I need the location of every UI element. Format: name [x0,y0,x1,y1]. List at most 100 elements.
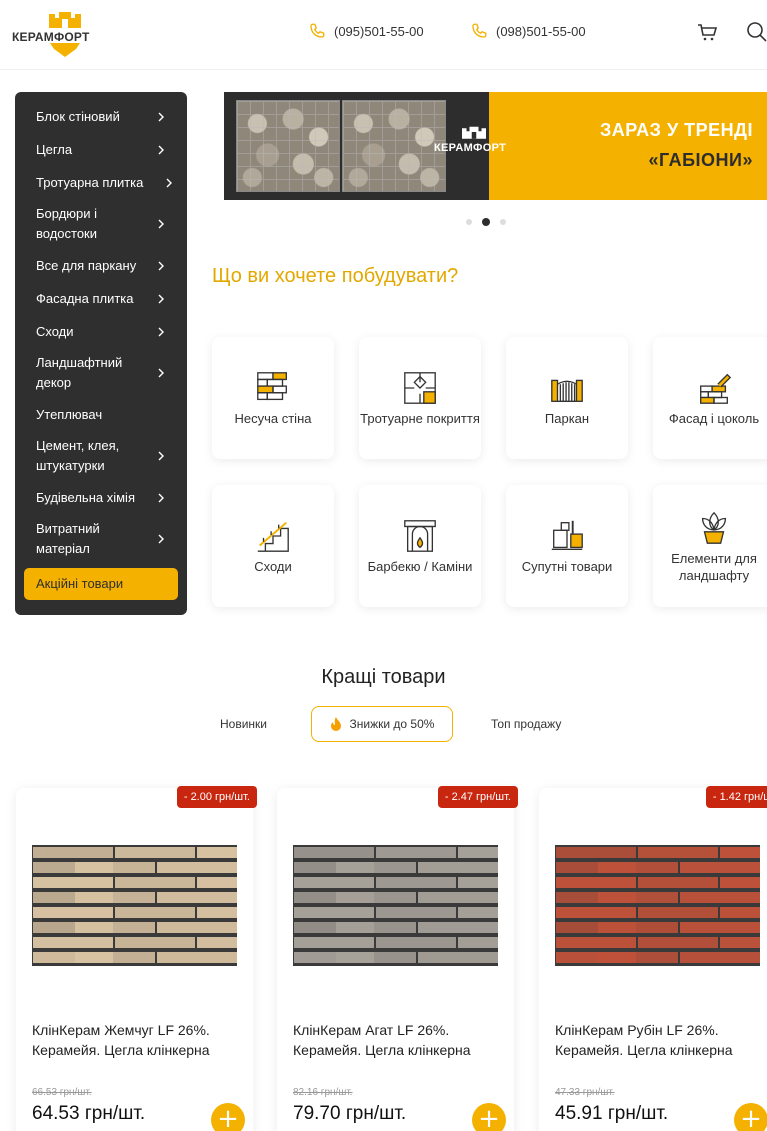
sidebar-item-insulation[interactable]: Утеплювач [15,398,187,431]
category-label: Барбекю / Каміни [367,559,473,574]
sidebar-item-label: Акційні товари [36,576,124,591]
promo-banner[interactable]: КЕРАМФОРТ ЗАРАЗ У ТРЕНДІ «ГАБІОНИ» [224,92,767,200]
category-label: Несуча стіна [234,411,312,426]
sidebar-item-block[interactable]: Блок стіновий [15,100,187,133]
sidebar-item-fence[interactable]: Все для паркану [15,249,187,282]
product-name[interactable]: КлінКерам Рубін LF 26%. Керамейя. Цегла … [555,1020,767,1060]
sidebar-item-label: Бордюри і водостоки [36,206,98,241]
product-card[interactable]: - 2.00 грн/шт. КлінКерам Жемчуг LF 26%. … [16,786,257,1131]
chevron-right-icon [158,534,164,544]
sidebar-item-consumables[interactable]: Витратний матеріал [15,514,187,564]
crown-icon [49,12,81,28]
category-sidebar: Блок стіновий Цегла Тротуарна плитка Бор… [15,92,187,615]
product-image [32,845,237,966]
discount-badge: - 2.00 грн/шт. [176,786,257,808]
product-card[interactable]: - 2.47 грн/шт. КлінКерам Агат LF 26%. Ке… [277,786,518,1131]
sidebar-item-label: Все для паркану [36,257,137,273]
old-price: 47.33 грн/шт. [555,1087,615,1098]
phone-link-1[interactable]: (095)501-55-00 [308,22,424,40]
paving-icon [404,372,436,404]
old-price: 66.53 грн/шт. [32,1087,92,1098]
build-section-title: Що ви хочете побудувати? [212,265,459,287]
tab-new[interactable]: Новинки [220,706,267,742]
carousel-dots [466,218,506,226]
sidebar-item-promo[interactable]: Акційні товари [24,568,178,600]
carousel-dot[interactable] [466,219,472,225]
chevron-right-icon [166,178,172,187]
carousel-dot-active[interactable] [482,218,490,226]
sidebar-item-label: Фасадна плитка [36,290,134,306]
sidebar-item-label: Будівельна хімія [36,489,135,505]
sidebar-item-paving[interactable]: Тротуарна плитка [15,166,187,199]
category-tile-wall[interactable]: Несуча стіна [212,337,334,459]
category-tile-paving[interactable]: Тротуарне покриття [359,337,481,459]
chevron-right-icon [158,112,164,121]
tab-label: Знижки до 50% [349,717,435,731]
add-to-cart-button[interactable]: + [472,1103,506,1131]
tab-sale[interactable]: Знижки до 50% [311,706,453,742]
sidebar-item-label: Сходи [36,323,74,339]
product-name[interactable]: КлінКерам Агат LF 26%. Керамейя. Цегла к… [293,1020,508,1060]
add-to-cart-button[interactable]: + [734,1103,767,1131]
logo-text: КЕРАМФОРТ [12,30,90,44]
category-tile-fence[interactable]: Паркан [506,337,628,459]
chevron-right-icon [158,219,164,229]
product-tabs: Новинки Знижки до 50% Топ продажу [0,706,767,742]
wall-icon [257,372,287,401]
header: КЕРАМФОРТ (095)501-55-00 (098)501-55-00 [0,0,767,70]
sidebar-item-label: Цемент, клея, штукатурки [36,438,120,473]
sidebar-item-label: Ландшафтний декор [36,355,123,390]
phone-link-2[interactable]: (098)501-55-00 [470,22,586,40]
sidebar-item-label: Витратний матеріал [36,521,100,556]
product-name[interactable]: КлінКерам Жемчуг LF 26%. Керамейя. Цегла… [32,1020,247,1060]
banner-subtitle: «ГАБІОНИ» [648,150,753,170]
chevron-right-icon [158,145,164,154]
category-label: Елементи для ландшафту [671,550,757,583]
add-to-cart-button[interactable]: + [211,1103,245,1131]
best-products-title: Кращі товари [321,666,446,688]
sidebar-item-landscape[interactable]: Ландшафтний декор [15,348,187,398]
product-card[interactable]: - 1.42 грн/шт. КлінКерам Рубін LF 26%. К… [539,786,767,1131]
sidebar-item-facade[interactable]: Фасадна плитка [15,282,187,315]
category-label: Тротуарне покриття [360,411,480,426]
chevron-right-icon [158,368,164,378]
gabion-image [342,100,446,192]
sidebar-item-curbs[interactable]: Бордюри і водостоки [15,199,187,249]
chevron-right-icon [158,327,164,336]
category-tile-stairs[interactable]: Сходи [212,485,334,607]
logo[interactable]: КЕРАМФОРТ [10,10,120,57]
old-price: 82.16 грн/шт. [293,1087,353,1098]
tab-top[interactable]: Топ продажу [491,706,561,742]
chevron-right-icon [158,451,164,461]
banner-logo-text: КЕРАМФОРТ [434,142,507,154]
price: 79.70 грн/шт. [293,1103,407,1124]
sidebar-item-cement[interactable]: Цемент, клея, штукатурки [15,431,187,481]
plant-icon [701,511,727,544]
discount-badge: - 2.47 грн/шт. [437,786,518,808]
chevron-right-icon [158,493,164,502]
category-label: Сходи [254,559,292,574]
fire-icon [330,717,341,731]
category-tile-tools[interactable]: Супутні товари [506,485,628,607]
category-tile-landscape[interactable]: Елементи для ландшафту [653,485,767,607]
fireplace-icon [404,520,436,552]
price: 45.91 грн/шт. [555,1103,669,1124]
sidebar-item-brick[interactable]: Цегла [15,133,187,166]
shield-icon [50,43,80,57]
stairs-icon [257,521,289,552]
gabion-image [236,100,340,192]
category-tile-facade[interactable]: Фасад і цоколь [653,337,767,459]
cart-icon[interactable] [695,20,719,44]
phone-number: (098)501-55-00 [496,23,586,39]
tools-icon [551,520,583,550]
sidebar-item-label: Тротуарна плитка [36,174,144,190]
carousel-dot[interactable] [500,219,506,225]
sidebar-item-chemistry[interactable]: Будівельна хімія [15,481,187,514]
category-tile-bbq[interactable]: Барбекю / Каміни [359,485,481,607]
phone-number: (095)501-55-00 [334,23,424,39]
product-image [555,845,760,966]
search-icon[interactable] [745,20,767,44]
banner-title: ЗАРАЗ У ТРЕНДІ [599,120,753,140]
sidebar-item-stairs[interactable]: Сходи [15,315,187,348]
price: 64.53 грн/шт. [32,1103,146,1124]
